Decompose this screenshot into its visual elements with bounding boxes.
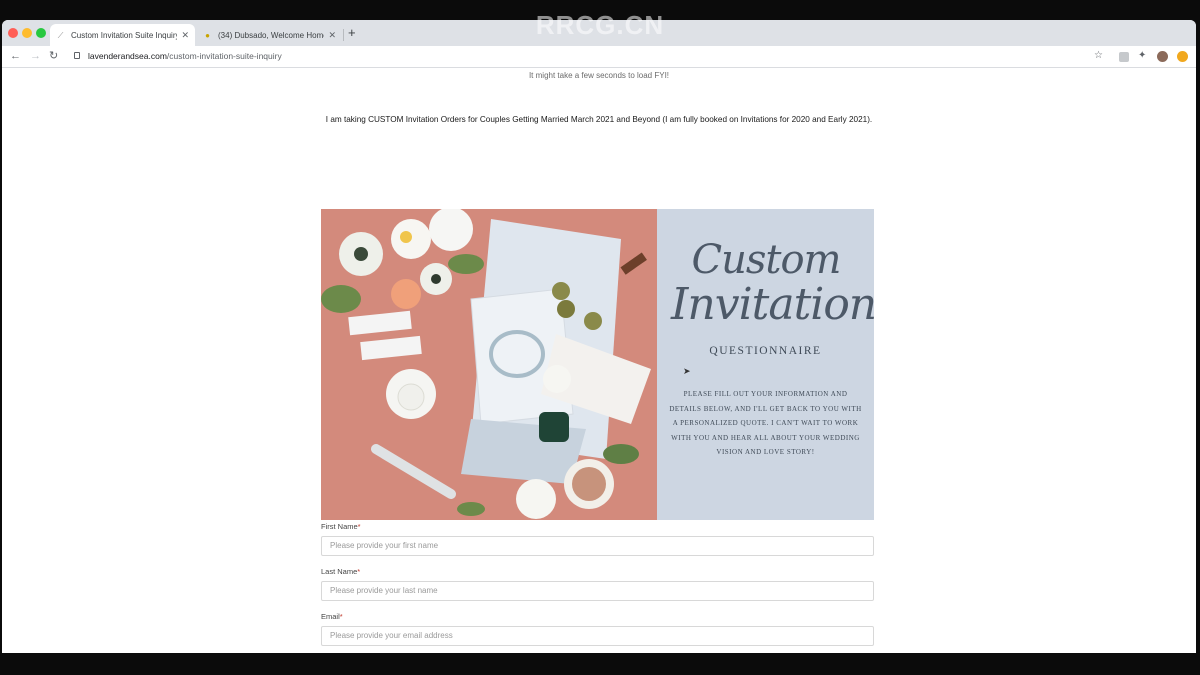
flatlay-photo (321, 209, 657, 520)
questionnaire-heading: QUESTIONNAIRE (709, 345, 822, 357)
browser-window: ⟋ Custom Invitation Suite Inquiry ✕ ● (3… (2, 20, 1196, 653)
first-name-label: First Name* (321, 522, 361, 531)
browser-toolbar: ← → ↻ lavenderandsea.com/custom-invitati… (2, 46, 1196, 68)
reload-icon[interactable]: ↻ (49, 49, 58, 63)
profile-avatar[interactable] (1157, 51, 1168, 62)
first-name-input[interactable]: Please provide your first name (321, 536, 874, 556)
watermark-bottom: 人人素材 (540, 629, 593, 644)
required-mark: * (339, 612, 343, 621)
email-label-text: Email (321, 612, 340, 621)
extensions-puzzle-icon[interactable]: ✦ (1138, 50, 1146, 62)
forward-arrow-icon[interactable]: → (30, 49, 41, 63)
hero-banner: Custom Invitation QUESTIONNAIRE PLEASE F… (321, 209, 877, 520)
extension-badge-icon[interactable] (1177, 51, 1188, 62)
bookmark-star-icon[interactable]: ☆ (1094, 50, 1103, 62)
page-content: It might take a few seconds to load FYI!… (2, 68, 1196, 653)
last-name-input[interactable]: Please provide your last name (321, 581, 874, 601)
email-input[interactable]: Please provide your email address (321, 626, 874, 646)
last-name-label-text: Last Name (321, 567, 358, 576)
first-name-label-text: First Name (321, 522, 358, 531)
required-mark: * (357, 522, 361, 531)
address-bar[interactable]: lavenderandsea.com/custom-invitation-sui… (88, 51, 282, 61)
extension-icon[interactable] (1119, 52, 1129, 62)
booking-headline: I am taking CUSTOM Invitation Orders for… (325, 115, 873, 124)
script-title-line2: Invitation (671, 279, 877, 330)
url-path: /custom-invitation-suite-inquiry (166, 51, 282, 61)
questionnaire-panel: Custom Invitation QUESTIONNAIRE PLEASE F… (657, 209, 877, 520)
email-label: Email* (321, 612, 343, 621)
last-name-label: Last Name* (321, 567, 360, 576)
invitation-flatlay-image (321, 209, 657, 520)
lock-icon[interactable] (74, 52, 80, 59)
questionnaire-description: PLEASE FILL OUT YOUR INFORMATION AND DET… (669, 390, 862, 456)
back-arrow-icon[interactable]: ← (10, 49, 21, 63)
watermark-top: RRCG.CN (535, 10, 665, 40)
url-host: lavenderandsea.com (88, 51, 167, 61)
load-note: It might take a few seconds to load FYI! (528, 71, 670, 80)
script-title-line1: Custom (691, 237, 842, 283)
required-mark: * (357, 567, 361, 576)
mouse-cursor-icon: ➤ (683, 366, 691, 376)
